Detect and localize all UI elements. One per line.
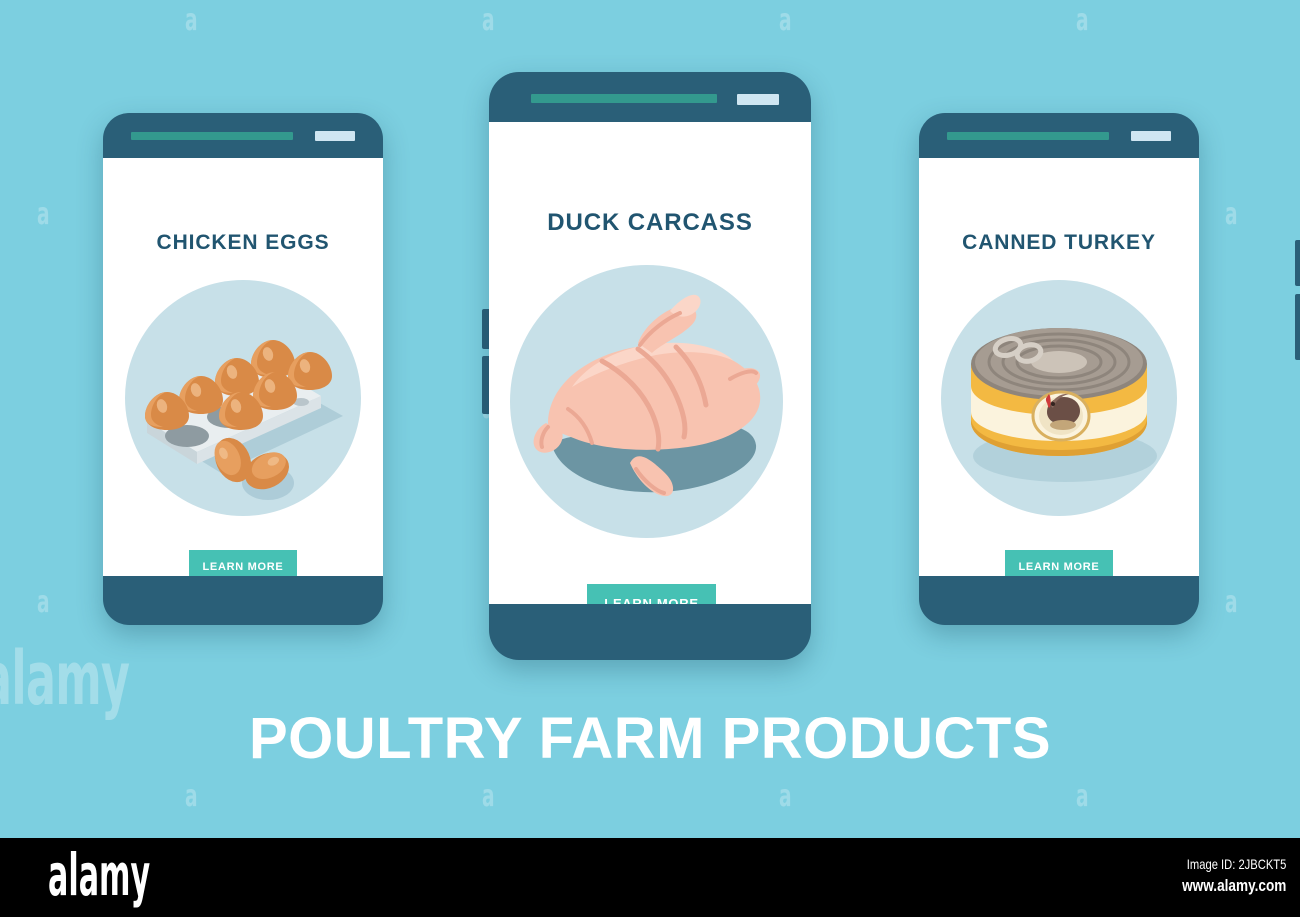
watermark-letter-a: a — [779, 3, 792, 38]
phone3-screen: CANNED TURKEY LEARN MORE — [919, 158, 1199, 576]
phone2-status-bar — [489, 72, 811, 122]
image-id-label: Image ID: 2JBCKT5 — [1186, 856, 1286, 872]
phone3-status-bar — [919, 113, 1199, 158]
duck-carcass-illustration — [510, 265, 783, 538]
canned-turkey-illustration — [941, 280, 1177, 516]
alamy-footer-bar: alamy Image ID: 2JBCKT5 www.alamy.com — [0, 838, 1300, 917]
watermark-letter-a: a — [1076, 779, 1089, 814]
phone1-status-speaker-bar — [131, 132, 293, 140]
phone2-screen: DUCK CARCASS LEARN MORE — [489, 122, 811, 604]
phone1-status-camera-chip — [315, 131, 355, 141]
phone3-status-speaker-bar — [947, 132, 1109, 140]
phone2-status-camera-chip — [737, 94, 779, 105]
phone-card-duck-carcass: DUCK CARCASS LEARN MORE — [489, 72, 1300, 660]
watermark-letter-a: a — [1225, 585, 1238, 620]
page-title: POULTRY FARM PRODUCTS — [248, 706, 1052, 771]
watermark-letter-a: a — [185, 779, 198, 814]
poster-canvas: aaaaaaaaaaaaaaaaaaaaaa alamy CHICKEN EGG… — [0, 0, 1300, 838]
watermark-letter-a: a — [37, 585, 50, 620]
watermark-letter-a: a — [1076, 3, 1089, 38]
learn-more-button-chicken-eggs[interactable]: LEARN MORE — [189, 550, 297, 576]
phone-card-canned-turkey: CANNED TURKEY LEARN MORE — [919, 113, 1199, 625]
watermark-letter-a: a — [482, 3, 495, 38]
card-title-chicken-eggs: CHICKEN EGGS — [156, 231, 330, 254]
card-title-canned-turkey: CANNED TURKEY — [962, 231, 1156, 254]
alamy-url-label: www.alamy.com — [1181, 876, 1286, 895]
learn-more-button-canned-turkey[interactable]: LEARN MORE — [1005, 550, 1113, 576]
watermark-letter-a: a — [185, 3, 198, 38]
phone2-side-button-upper[interactable] — [1295, 240, 1300, 286]
phone2-status-speaker-bar — [531, 94, 717, 103]
watermark-letter-a: a — [1225, 197, 1238, 232]
phone1-status-bar — [103, 113, 383, 158]
screenshot-root: aaaaaaaaaaaaaaaaaaaaaa alamy CHICKEN EGG… — [0, 0, 1300, 917]
phone2-side-button-lower[interactable] — [1295, 294, 1300, 360]
watermark-letter-a: a — [482, 779, 495, 814]
card-title-duck-carcass: DUCK CARCASS — [547, 209, 753, 236]
watermark-letter-a: a — [37, 197, 50, 232]
phone3-status-camera-chip — [1131, 131, 1171, 141]
alamy-logo: alamy — [48, 841, 151, 909]
watermark-letter-a: a — [779, 779, 792, 814]
phone1-screen: CHICKEN EGGS LEARN MORE — [103, 158, 383, 576]
footer-meta: Image ID: 2JBCKT5 www.alamy.com — [1156, 854, 1286, 898]
learn-more-button-duck-carcass[interactable]: LEARN MORE — [587, 584, 716, 604]
egg-carton-illustration — [125, 280, 361, 516]
phone-card-chicken-eggs: CHICKEN EGGS LEARN MORE — [103, 113, 491, 625]
